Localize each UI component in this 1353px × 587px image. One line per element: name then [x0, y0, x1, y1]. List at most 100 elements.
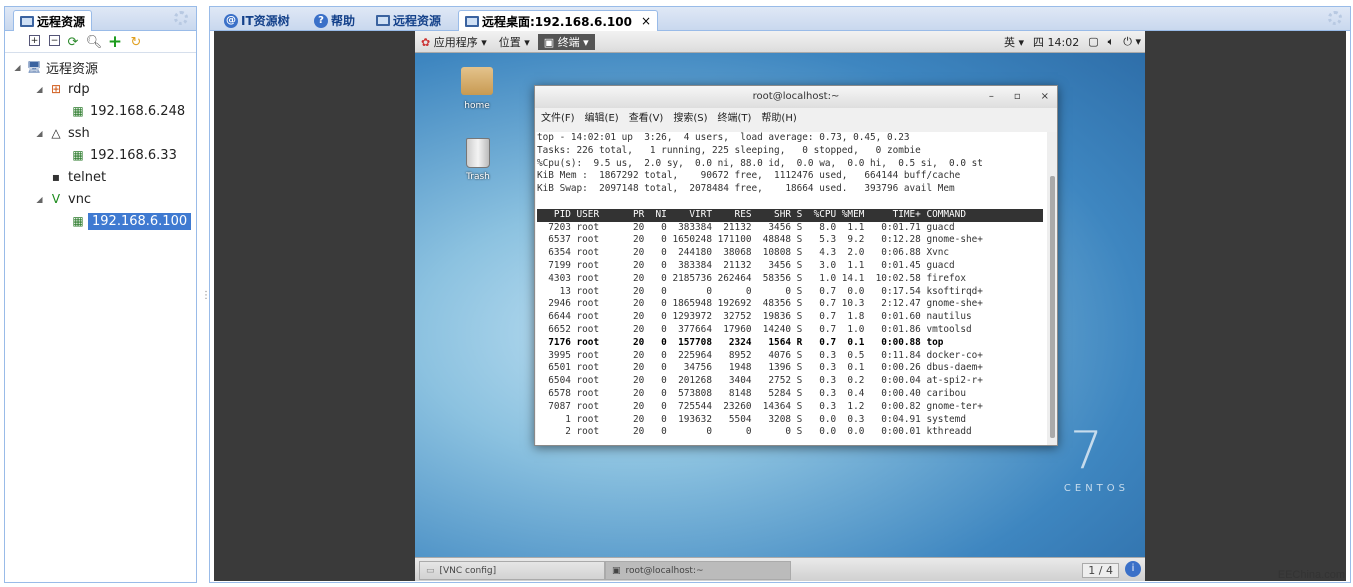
taskbar-vnc-config[interactable]: ▭ [VNC config]: [419, 561, 605, 580]
centos-logo-text: CENTOS: [1063, 483, 1129, 494]
tab-3[interactable]: 远程桌面:192.168.6.100 ×: [458, 10, 659, 31]
gnome-foot-icon: ✿: [421, 35, 431, 49]
terminal-menu-item[interactable]: 搜索(S): [673, 109, 707, 124]
tree-node-label: 远程资源: [46, 61, 99, 77]
volume-icon[interactable]: 🔈︎: [1108, 35, 1115, 49]
process-row: 6578 root 20 0 573808 8148 5284 S 0.3 0.…: [537, 387, 989, 399]
tab-1[interactable]: ? 帮助: [308, 10, 361, 31]
refresh-icon[interactable]: ⟳: [65, 35, 81, 50]
top-summary-line: %Cpu(s): 9.5 us, 2.0 sy, 0.0 ni, 88.0 id…: [537, 157, 983, 169]
clock[interactable]: 四 14:02: [1033, 34, 1079, 50]
process-row: 3995 root 20 0 225964 8952 4076 S 0.3 0.…: [537, 349, 989, 361]
tab-remote-resources[interactable]: 远程资源: [13, 10, 93, 31]
power-icon[interactable]: ⏻ ▾: [1123, 35, 1141, 49]
info-icon[interactable]: i: [1125, 561, 1141, 577]
tree-node[interactable]: ◢ △ ssh: [5, 122, 196, 144]
process-row: 13 root 20 0 0 0 0 S 0.7 0.0 0:17.54 kso…: [537, 285, 989, 297]
window-icon: ▭: [426, 565, 435, 576]
tab-label: IT资源树: [241, 14, 290, 28]
reload-icon[interactable]: ↻: [128, 35, 144, 50]
tree-node[interactable]: ▪ telnet: [5, 166, 196, 188]
maximize-button[interactable]: ▫: [1014, 86, 1021, 108]
process-row: 2946 root 20 0 1865948 192692 48356 S 0.…: [537, 298, 989, 310]
places-menu[interactable]: 位置 ▾: [493, 34, 536, 50]
monitor-icon: 🖥︎: [26, 60, 42, 74]
gnome-bottom-bar: ▭ [VNC config] ▣ root@localhost:~ 1 / 4 i: [415, 557, 1145, 581]
expand-arrow-icon[interactable]: ◢: [35, 129, 44, 138]
process-row: 6644 root 20 0 1293972 32752 19836 S 0.7…: [537, 311, 989, 323]
applications-menu[interactable]: ✿ 应用程序 ▾: [415, 34, 493, 50]
terminal-titlebar[interactable]: root@localhost:~ – ▫ ×: [535, 86, 1057, 108]
terminal-menu-item[interactable]: 终端(T): [718, 109, 752, 124]
process-table-header: PID USER PR NI VIRT RES SHR S %CPU %MEM …: [537, 208, 1043, 222]
server-icon: ▦: [72, 214, 84, 228]
terminal-menu-item[interactable]: 文件(F): [541, 109, 575, 124]
server-icon: ▦: [72, 148, 84, 162]
tree-node[interactable]: ◢ 🖥︎ 远程资源: [5, 56, 196, 78]
terminal-menu-item[interactable]: 查看(V): [629, 109, 664, 124]
main-tabstrip: @ IT资源树 ? 帮助 远程资源 远程桌面:192.168.6.100 ×: [210, 7, 1350, 31]
screen-icon[interactable]: ▢: [1088, 35, 1098, 48]
vnc-icon: V: [51, 192, 61, 206]
tree-node[interactable]: ▦ 192.168.6.248: [5, 100, 196, 122]
process-row: 7087 root 20 0 725544 23260 14364 S 0.3 …: [537, 400, 989, 412]
input-method[interactable]: 英 ▾: [1004, 34, 1024, 50]
tree-node[interactable]: ◢ Vvnc: [5, 188, 196, 210]
expand-arrow-icon[interactable]: ◢: [35, 195, 44, 204]
folder-icon: [461, 67, 493, 95]
close-button[interactable]: ×: [1041, 86, 1049, 108]
process-row: 6537 root 20 0 1650248 171100 48848 S 5.…: [537, 234, 989, 246]
monitor-icon: [465, 15, 479, 27]
gear-icon[interactable]: [174, 11, 188, 25]
centos-logo-number: 7: [1069, 421, 1103, 481]
tree-node-label: 192.168.6.33: [90, 147, 177, 163]
terminal-menu-item[interactable]: 编辑(E): [585, 109, 619, 124]
tree-node[interactable]: ◢ ⊞ rdp: [5, 78, 196, 100]
terminal-menu-item[interactable]: 帮助(H): [761, 109, 796, 124]
add-icon[interactable]: +: [107, 32, 123, 52]
home-desktop-icon[interactable]: home: [452, 67, 502, 111]
collapse-all-icon[interactable]: −: [49, 35, 60, 46]
terminal-scrollbar[interactable]: [1047, 132, 1057, 445]
scrollbar-thumb[interactable]: [1050, 176, 1055, 438]
terminal-menubar: 文件(F) 编辑(E) 查看(V) 搜索(S) 终端(T) 帮助(H): [535, 108, 1057, 124]
top-summary-line: KiB Mem : 1867292 total, 90672 free, 111…: [537, 170, 961, 182]
left-panel: 远程资源 + − ⟳ 🔍︎ + ↻ ◢ 🖥︎ 远程资源 ◢ ⊞ rdp ▦ 192.168.6…: [4, 6, 197, 583]
resource-tree: ◢ 🖥︎ 远程资源 ◢ ⊞ rdp ▦ 192.168.6.248 ◢ △ ssh ▦ 192.168.…: [5, 53, 196, 232]
tree-node-label: telnet: [68, 169, 107, 185]
terminal-icon: ▪: [51, 170, 61, 184]
process-row: 6504 root 20 0 201268 3404 2752 S 0.3 0.…: [537, 375, 989, 387]
process-row: 6501 root 20 0 34756 1948 1396 S 0.3 0.1…: [537, 362, 989, 374]
workspace-pager[interactable]: 1 / 4: [1082, 563, 1119, 578]
left-tabstrip: 远程资源: [5, 7, 196, 31]
search-icon[interactable]: 🔍︎: [86, 35, 103, 50]
tree-node-label: 192.168.6.100: [88, 212, 192, 230]
top-summary-line: top - 14:02:01 up 3:26, 4 users, load av…: [537, 132, 910, 143]
expand-arrow-icon[interactable]: ◢: [35, 85, 44, 94]
close-tab-icon[interactable]: ×: [641, 14, 651, 28]
gnome-top-bar: ✿ 应用程序 ▾ 位置 ▾ ▣ 终端 ▾ 英 ▾ 四 14:02 ▢ 🔈︎ ⏻ …: [415, 31, 1145, 53]
gear-icon[interactable]: [1328, 11, 1342, 25]
trash-desktop-icon[interactable]: Trash: [453, 138, 503, 182]
monitor-icon: [376, 15, 390, 26]
tab-label: 远程桌面:192.168.6.100: [482, 14, 632, 29]
top-summary-line: Tasks: 226 total, 1 running, 225 sleepin…: [537, 144, 921, 156]
tab-2[interactable]: 远程资源: [370, 10, 447, 31]
terminal-menu[interactable]: ▣ 终端 ▾: [537, 33, 595, 50]
minimize-button[interactable]: –: [989, 86, 994, 108]
tree-node-label: rdp: [68, 81, 90, 97]
tree-node[interactable]: ▦ 192.168.6.100: [5, 210, 196, 232]
expand-arrow-icon[interactable]: ◢: [13, 63, 22, 72]
tree-node[interactable]: ▦ 192.168.6.33: [5, 144, 196, 166]
process-row: 7203 root 20 0 383384 21132 3456 S 8.0 1…: [537, 221, 989, 233]
expand-all-icon[interactable]: +: [29, 35, 40, 46]
process-row: 7199 root 20 0 383384 21132 3456 S 3.0 1…: [537, 259, 989, 271]
taskbar-terminal[interactable]: ▣ root@localhost:~: [605, 561, 791, 580]
remote-desktop-viewport[interactable]: ✿ 应用程序 ▾ 位置 ▾ ▣ 终端 ▾ 英 ▾ 四 14:02 ▢ 🔈︎ ⏻ …: [214, 31, 1346, 581]
terminal-window[interactable]: root@localhost:~ – ▫ × 文件(F) 编辑(E) 查看(V) 搜索(S…: [534, 85, 1058, 446]
tab-0[interactable]: @ IT资源树: [218, 10, 296, 31]
terminal-output[interactable]: top - 14:02:01 up 3:26, 4 users, load av…: [536, 132, 1048, 445]
process-row: 6652 root 20 0 377664 17960 14240 S 0.7 …: [537, 323, 989, 335]
centos-desktop[interactable]: ✿ 应用程序 ▾ 位置 ▾ ▣ 终端 ▾ 英 ▾ 四 14:02 ▢ 🔈︎ ⏻ …: [415, 31, 1145, 581]
process-row: 6354 root 20 0 244180 38068 10808 S 4.3 …: [537, 247, 989, 259]
